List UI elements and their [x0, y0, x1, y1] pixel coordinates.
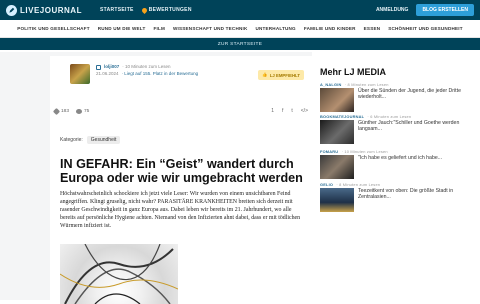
nav-startseite[interactable]: STARTSEITE — [100, 7, 134, 13]
sidebar-read-time: · 10 Minuten zum Lesen — [341, 149, 388, 154]
sidebar-row: Günther Jauch:"Schiller und Goethe werde… — [320, 120, 470, 144]
sidebar-thumbnail[interactable] — [320, 88, 354, 112]
sidebar-author: GELIO · 8 Minuten zum Lesen — [320, 182, 470, 187]
like-button[interactable]: 183 — [52, 107, 70, 115]
sidebar-item[interactable]: FOMARU · 10 Minuten zum Lesen "Ich habe … — [320, 149, 470, 179]
sidebar-title: Mehr LJ MEDIA — [320, 67, 387, 77]
home-strip[interactable]: ZUR STARTSEITE — [0, 38, 480, 50]
comment-icon — [76, 108, 83, 114]
main-content: lolji007 · 10 Minuten zum Lesen 21.06.20… — [0, 52, 312, 304]
user-icon — [96, 64, 101, 70]
sidebar-text[interactable]: Teezeitkent von oben: Die größte Stadt i… — [358, 188, 470, 212]
top-right-actions: ANMELDUNG BLOG ERSTELLEN — [376, 4, 474, 16]
sidebar-thumbnail[interactable] — [320, 120, 354, 144]
create-blog-button[interactable]: BLOG ERSTELLEN — [416, 4, 474, 16]
post-body: Höchstwahrscheinlich schockiere ich jetz… — [60, 191, 301, 229]
sidebar-author-name[interactable]: GELIO — [320, 182, 333, 187]
top-nav: STARTSEITE BEWERTUNGEN — [100, 6, 192, 14]
twitter-icon[interactable]: t — [291, 108, 292, 114]
category-link[interactable]: WISSENSCHAFT UND TECHNIK — [173, 26, 247, 31]
sidebar-author: A_NALGIN · 8 Minuten zum Lesen — [320, 82, 470, 87]
sidebar-text[interactable]: Günther Jauch:"Schiller und Goethe werde… — [358, 120, 470, 144]
category-link[interactable]: SCHÖNHEIT UND GESUNDHEIT — [388, 26, 462, 31]
category-link[interactable]: FILM — [153, 26, 165, 31]
sidebar-author-name[interactable]: A_NALGIN — [320, 82, 342, 87]
comment-button[interactable]: 75 — [76, 108, 90, 114]
login-link[interactable]: ANMELDUNG — [376, 7, 409, 13]
like-count: 183 — [61, 108, 70, 114]
sidebar-read-time: · 8 Minuten zum Lesen — [336, 182, 381, 187]
sidebar-read-time: · 6 Minuten zum Lesen — [367, 114, 412, 119]
category-nav: POLITIK UND GESELLSCHAFT RUND UM DIE WEL… — [0, 20, 480, 38]
post-card: lolji007 · 10 Minuten zum Lesen 21.06.20… — [50, 56, 312, 304]
sidebar-item[interactable]: BOOKMATEJOURNAL · 6 Minuten zum Lesen Gü… — [320, 114, 470, 144]
thumbs-up-icon: 👍 — [262, 72, 268, 77]
sidebar-item[interactable]: A_NALGIN · 8 Minuten zum Lesen Über die … — [320, 82, 470, 112]
nav-bewertungen[interactable]: BEWERTUNGEN — [140, 6, 192, 14]
facebook-icon[interactable]: f — [282, 108, 283, 114]
author-meta: lolji007 · 10 Minuten zum Lesen 21.06.20… — [96, 64, 198, 84]
recommended-badge-label: LJ EMPFIEHLT — [269, 72, 300, 78]
livejournal-logo[interactable]: LIVEJOURNAL — [6, 4, 82, 16]
sidebar-read-time: · 8 Minuten zum Lesen — [344, 82, 389, 87]
sidebar-row: "Ich habe es geliefert und ich habe... — [320, 155, 470, 179]
author-row: lolji007 · 10 Minuten zum Lesen 21.06.20… — [70, 64, 198, 84]
sidebar-text[interactable]: Über die Sünden der Jugend, die jeder Dr… — [358, 88, 470, 112]
top-bar: LIVEJOURNAL STARTSEITE BEWERTUNGEN ANMEL… — [0, 0, 480, 20]
sidebar-text[interactable]: "Ich habe es geliefert und ich habe... — [358, 155, 442, 179]
sidebar-thumbnail[interactable] — [320, 188, 354, 212]
repost-count[interactable]: 1 — [271, 108, 274, 114]
flame-icon — [140, 6, 148, 14]
logo-text: LIVEJOURNAL — [20, 5, 82, 15]
nav-bewertungen-label: BEWERTUNGEN — [148, 7, 192, 13]
category-link[interactable]: FAMILIE UND KINDER — [304, 26, 356, 31]
category-line: Kategorie: Gesundheit — [60, 136, 121, 144]
stats-row: 183 75 1 f t </> — [52, 107, 308, 115]
recommended-badge[interactable]: 👍 LJ EMPFIEHLT — [258, 70, 304, 80]
embed-icon[interactable]: </> — [301, 108, 308, 114]
sidebar: Mehr LJ MEDIA A_NALGIN · 8 Minuten zum L… — [318, 52, 478, 300]
category-link[interactable]: ESSEN — [364, 26, 381, 31]
sidebar-item[interactable]: GELIO · 8 Minuten zum Lesen Teezeitkent … — [320, 182, 470, 212]
post-title: IN GEFAHR: Ein “Geist” wandert durch Eur… — [60, 157, 303, 185]
category-link[interactable]: UNTERHALTUNG — [255, 26, 295, 31]
pencil-icon — [6, 4, 17, 16]
sidebar-author-name[interactable]: BOOKMATEJOURNAL — [320, 114, 364, 119]
sidebar-thumbnail[interactable] — [320, 155, 354, 179]
sidebar-author-name[interactable]: FOMARU — [320, 149, 338, 154]
heart-icon — [52, 107, 61, 115]
date-line: 21.06.2024 · Liegt auf 155. Platz in der… — [96, 71, 198, 78]
category-label: Kategorie: — [60, 137, 83, 143]
sidebar-author: BOOKMATEJOURNAL · 6 Minuten zum Lesen — [320, 114, 470, 119]
category-tag[interactable]: Gesundheit — [86, 136, 121, 144]
avatar[interactable] — [70, 64, 90, 84]
sidebar-row: Über die Sünden der Jugend, die jeder Dr… — [320, 88, 470, 112]
article-image — [60, 244, 178, 304]
category-link[interactable]: POLITIK UND GESELLSCHAFT — [17, 26, 89, 31]
home-strip-label: ZUR STARTSEITE — [217, 41, 263, 47]
comment-count: 75 — [84, 108, 90, 114]
post-date: 21.06.2024 — [96, 70, 119, 76]
sidebar-row: Teezeitkent von oben: Die größte Stadt i… — [320, 188, 470, 212]
category-link[interactable]: RUND UM DIE WELT — [98, 26, 146, 31]
share-actions: 1 f t </> — [271, 108, 308, 114]
sidebar-author: FOMARU · 10 Minuten zum Lesen — [320, 149, 470, 154]
rank-link[interactable]: · Liegt auf 155. Platz in der Bewertung — [122, 71, 199, 78]
